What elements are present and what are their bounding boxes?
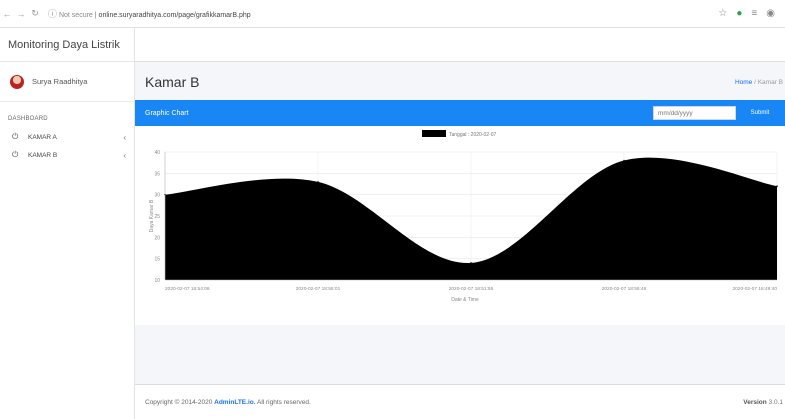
sidebar-item-label: KAMAR B bbox=[28, 151, 58, 159]
data-point bbox=[776, 185, 778, 187]
legend-swatch bbox=[422, 130, 446, 137]
sidebar-section-label: DASHBOARD bbox=[8, 116, 48, 122]
breadcrumb-home-link[interactable]: Home bbox=[735, 79, 752, 86]
sidebar: Monitoring Daya Listrik Surya Raadhitya … bbox=[0, 28, 135, 419]
version-text: Version 3.0.1 bbox=[743, 399, 783, 406]
copyright-suffix: All rights reserved. bbox=[255, 398, 311, 406]
version-value: 3.0.1 bbox=[768, 398, 783, 406]
avatar bbox=[10, 74, 24, 89]
copyright-prefix: Copyright © 2014-2020 bbox=[145, 398, 215, 406]
y-tick-label: 35 bbox=[154, 171, 160, 177]
x-tick-label: 2020-02-07 18:54:06 bbox=[165, 286, 210, 292]
sidebar-item-kamar-b[interactable]: ⏻ KAMAR B ‹ bbox=[0, 146, 134, 164]
info-icon: ⓘ bbox=[48, 9, 58, 19]
reading-list-icon[interactable]: ≡ bbox=[751, 8, 757, 19]
x-tick-label: 2020-02-07 18:51:55 bbox=[449, 286, 494, 292]
data-point bbox=[470, 262, 472, 264]
brand-title[interactable]: Monitoring Daya Listrik bbox=[0, 28, 134, 62]
reload-icon[interactable]: ↻ bbox=[28, 8, 42, 19]
data-point bbox=[317, 181, 319, 183]
url-text: online.suryaradhitya.com/page/grafikkama… bbox=[98, 12, 251, 19]
chart-card-header: Graphic Chart Submit bbox=[135, 100, 785, 126]
sidebar-item-label: KAMAR A bbox=[28, 133, 57, 141]
browser-toolbar: ← → ↻ ⓘ Not secure | online.suryaradhity… bbox=[0, 0, 785, 28]
y-tick-label: 15 bbox=[154, 257, 160, 263]
user-name: Surya Raadhitya bbox=[32, 77, 88, 86]
y-tick-label: 25 bbox=[154, 214, 160, 220]
x-axis-title: Date & Time bbox=[451, 297, 479, 303]
card-title: Graphic Chart bbox=[145, 109, 189, 117]
area-chart: 10 15 20 25 30 35 40 2020-02-07 18:54:06 2020-02… bbox=[149, 130, 778, 303]
chart-area: 10 15 20 25 30 35 40 2020-02-07 18:54:06 2020-02… bbox=[135, 126, 785, 325]
extension-icon[interactable]: ● bbox=[736, 8, 742, 19]
y-axis-title: Daya Kamar B bbox=[149, 199, 155, 232]
page-title: Kamar B bbox=[145, 74, 200, 90]
footer: Copyright © 2014-2020 AdminLTE.io. All r… bbox=[135, 384, 785, 419]
plug-icon: ⏻ bbox=[12, 150, 19, 159]
date-input[interactable] bbox=[653, 106, 736, 120]
version-label: Version bbox=[743, 398, 767, 406]
data-point bbox=[623, 159, 625, 162]
back-icon[interactable]: ← bbox=[0, 9, 14, 19]
copyright-text: Copyright © 2014-2020 AdminLTE.io. All r… bbox=[145, 399, 311, 406]
user-panel[interactable]: Surya Raadhitya bbox=[0, 62, 134, 102]
x-tick-label: 2020-02-07 18:49:40 bbox=[732, 286, 777, 292]
y-tick-label: 20 bbox=[154, 235, 160, 241]
forward-icon[interactable]: → bbox=[14, 9, 28, 19]
content-header: Kamar B Home / Kamar B bbox=[135, 62, 785, 102]
breadcrumb: Home / Kamar B bbox=[735, 79, 783, 86]
plug-icon: ⏻ bbox=[12, 132, 19, 141]
security-label: Not secure bbox=[58, 12, 93, 19]
top-navbar bbox=[135, 28, 785, 62]
x-tick-label: 2020-02-07 18:55:01 bbox=[296, 286, 341, 292]
x-tick-label: 2020-02-07 18:55:46 bbox=[602, 286, 647, 292]
breadcrumb-current: Kamar B bbox=[757, 78, 783, 86]
y-tick-label: 30 bbox=[154, 193, 160, 199]
bookmark-star-icon[interactable]: ☆ bbox=[718, 8, 727, 19]
chart-card: Graphic Chart Submit 10 15 20 25 30 35 40 2020-… bbox=[135, 100, 785, 325]
sidebar-item-kamar-a[interactable]: ⏻ KAMAR A ‹ bbox=[0, 128, 134, 146]
address-bar[interactable]: ⓘ Not secure | online.suryaradhitya.com/… bbox=[48, 7, 718, 20]
main-content: Kamar B Home / Kamar B Graphic Chart Sub… bbox=[135, 28, 785, 419]
y-tick-label: 40 bbox=[154, 150, 160, 156]
chevron-left-icon: ‹ bbox=[123, 132, 126, 142]
chevron-left-icon: ‹ bbox=[123, 150, 126, 160]
profile-icon[interactable]: ◉ bbox=[766, 8, 775, 19]
submit-button[interactable]: Submit bbox=[741, 106, 779, 120]
adminlte-link[interactable]: AdminLTE.io. bbox=[214, 399, 255, 406]
y-tick-label: 10 bbox=[154, 278, 160, 284]
legend-label: Tanggal : 2020-02-07 bbox=[449, 132, 496, 138]
